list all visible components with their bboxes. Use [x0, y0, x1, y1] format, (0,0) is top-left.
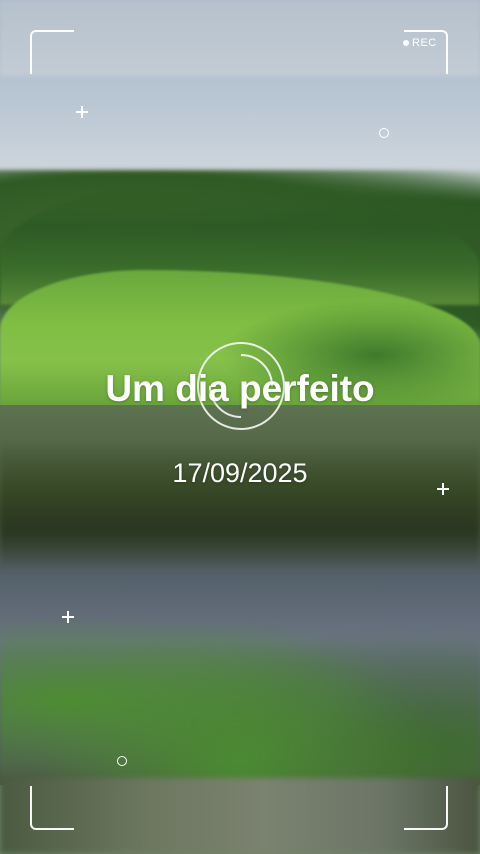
circle-marker-icon — [379, 128, 389, 138]
plus-marker-icon — [62, 611, 74, 623]
plus-marker-icon — [76, 106, 88, 118]
record-dot-icon — [403, 40, 409, 46]
record-label: REC — [412, 37, 437, 49]
viewfinder-corner-bottom-right — [404, 786, 448, 830]
circle-marker-icon — [117, 756, 127, 766]
story-title: Um dia perfeito — [105, 368, 375, 409]
viewfinder-corner-bottom-left — [30, 786, 74, 830]
viewfinder-corner-top-left — [30, 30, 74, 74]
story-date: 17/09/2025 — [172, 458, 308, 488]
record-indicator: REC — [403, 37, 437, 49]
story-frame: REC Um dia perfeito 17/09/2025 — [0, 0, 480, 854]
